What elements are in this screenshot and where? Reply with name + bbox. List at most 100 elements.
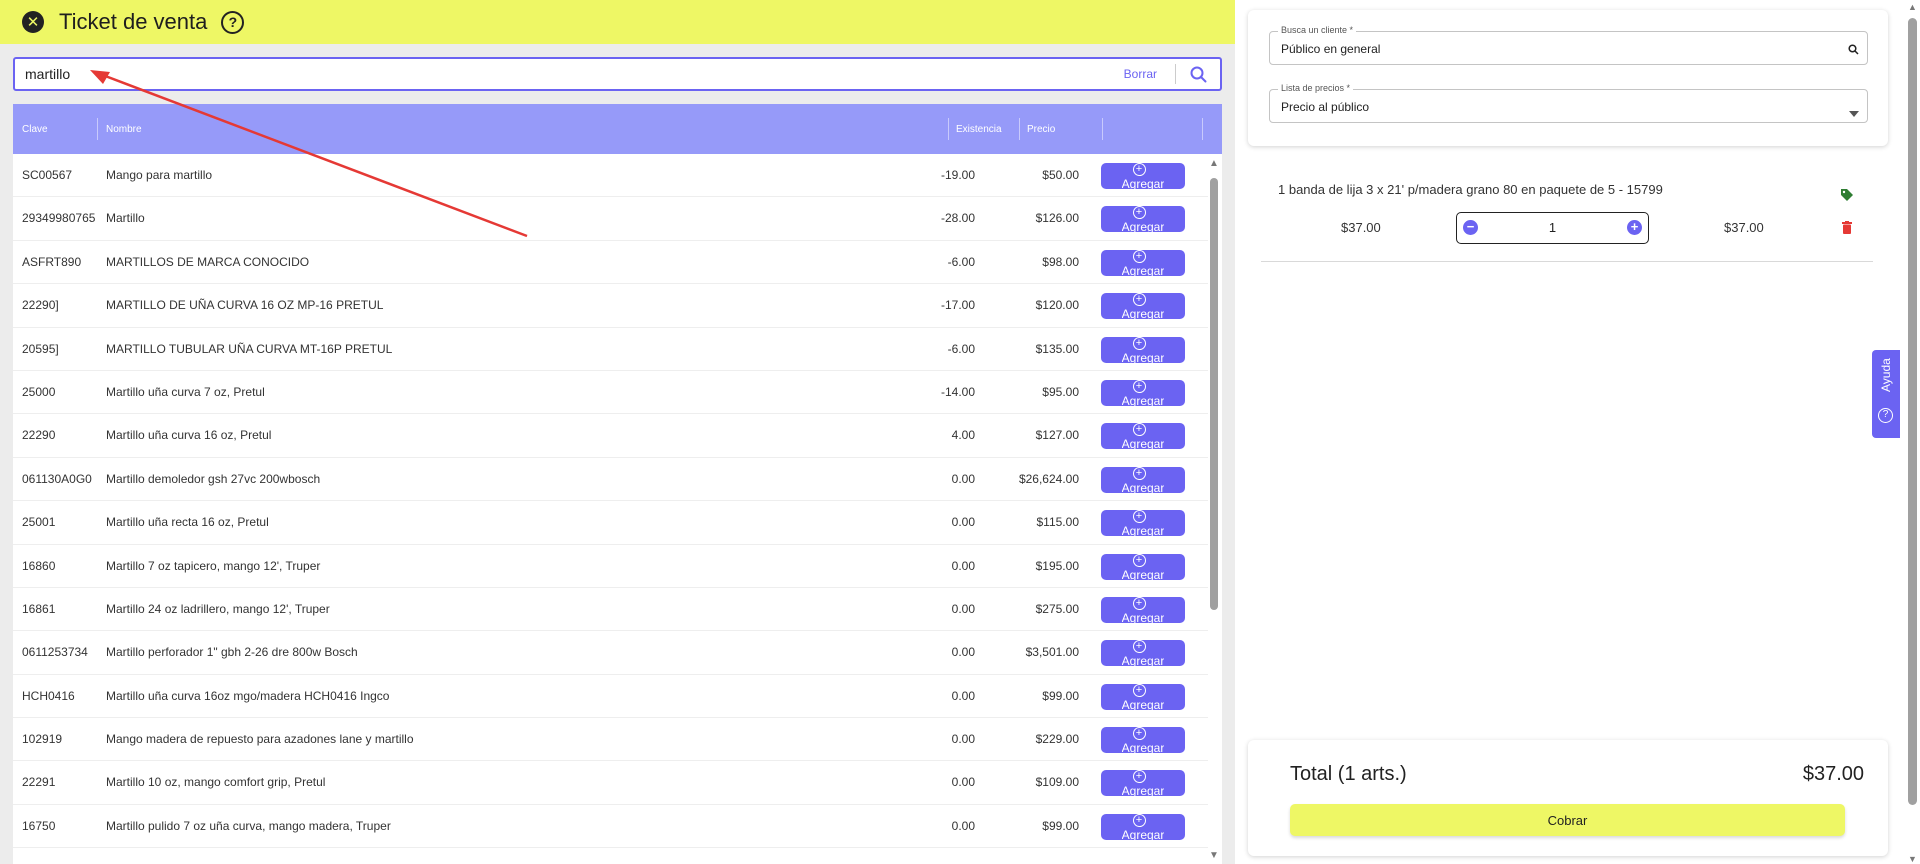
search-icon[interactable] <box>1848 42 1859 60</box>
row-nombre: Martillo 24 oz ladrillero, mango 12', Tr… <box>106 601 330 616</box>
column-header-precio[interactable]: Precio <box>1027 104 1055 154</box>
add-product-button[interactable]: + Agregar <box>1101 379 1185 408</box>
add-product-button[interactable]: + Agregar <box>1101 596 1185 625</box>
add-product-button[interactable]: + Agregar <box>1101 336 1185 365</box>
row-existencia: 0.00 <box>951 601 975 616</box>
row-precio: $99.00 <box>1042 688 1079 703</box>
table-header: Clave Nombre Existencia Precio <box>13 104 1222 154</box>
help-icon: ? <box>1878 408 1893 423</box>
row-clave: 25000 <box>22 384 56 399</box>
add-product-button[interactable]: + Agregar <box>1101 640 1185 668</box>
cart-item-unit-price: $37.00 <box>1341 220 1381 235</box>
add-product-button[interactable]: + Agregar <box>1101 466 1185 495</box>
page-title: Ticket de venta <box>59 9 208 34</box>
charge-button[interactable]: Cobrar <box>1290 804 1845 836</box>
row-existencia: -28.00 <box>940 211 975 226</box>
customer-field[interactable]: Busca un cliente * Público en general <box>1269 25 1868 65</box>
row-precio: $95.00 <box>1042 384 1079 399</box>
row-precio: $115.00 <box>1036 515 1080 530</box>
table-row: 0611253734 Martillo perforador 1" gbh 2-2… <box>13 631 1208 675</box>
row-existencia: 4.00 <box>951 428 975 443</box>
row-existencia: 0.00 <box>951 818 975 833</box>
scroll-up-arrow[interactable]: ▲ <box>1208 158 1220 170</box>
product-panel: ✕ Ticket de venta ? Borrar Clave Nombre … <box>0 0 1235 864</box>
add-product-button[interactable]: + Agregar <box>1101 683 1185 712</box>
add-product-button[interactable]: + Agregar <box>1101 727 1185 755</box>
row-existencia: -6.00 <box>947 254 975 269</box>
table-row: ASFRT890 MARTILLOS DE MARCA CONOCIDO -6.00… <box>13 241 1208 285</box>
add-product-button[interactable]: + Agregar <box>1101 206 1185 234</box>
row-existencia: 0.00 <box>951 732 975 747</box>
trash-icon[interactable] <box>1842 221 1852 239</box>
row-existencia: -14.00 <box>940 384 975 399</box>
table-row: 102919 Mango madera de repuesto para azad… <box>13 718 1208 762</box>
row-precio: $98.00 <box>1042 254 1079 269</box>
search-input[interactable] <box>15 59 1106 89</box>
help-icon[interactable]: ? <box>221 10 245 34</box>
quantity-value[interactable]: 1 <box>1457 213 1648 242</box>
add-product-button[interactable]: + Agregar <box>1101 249 1185 278</box>
add-product-button[interactable]: + Agregar <box>1101 813 1185 842</box>
close-icon[interactable]: ✕ <box>22 11 44 33</box>
add-product-button[interactable]: + Agregar <box>1101 423 1185 451</box>
table-row: 20595] MARTILLO TUBULAR UÑA CURVA MT-16P … <box>13 328 1208 371</box>
search-icon[interactable] <box>1176 66 1220 83</box>
row-clave: 16750 <box>22 818 56 833</box>
column-divider <box>1019 118 1020 140</box>
row-nombre: Martillo perforador 1" gbh 2-26 dre 800w… <box>106 645 358 660</box>
row-precio: $50.00 <box>1042 168 1079 182</box>
add-product-button[interactable]: + Agregar <box>1101 293 1185 321</box>
column-header-nombre[interactable]: Nombre <box>106 104 142 154</box>
table-row: 16750 Martillo pulido 7 oz uña curva, man… <box>13 805 1208 849</box>
row-precio: $127.00 <box>1035 428 1079 443</box>
add-product-button[interactable]: + Agregar <box>1101 553 1185 582</box>
row-clave: 20595] <box>22 341 59 356</box>
total-label: Total (1 arts.) <box>1290 763 1407 785</box>
help-tab[interactable]: Ayuda ? <box>1872 350 1900 438</box>
table-row: 25001 Martillo uña recta 16 oz, Pretul 0.0… <box>13 501 1208 545</box>
column-header-clave[interactable]: Clave <box>22 104 48 154</box>
clear-search-button[interactable]: Borrar <box>1106 67 1175 81</box>
row-existencia: 0.00 <box>951 775 975 790</box>
row-clave: ASFRT890 <box>22 254 82 269</box>
row-precio: $120.00 <box>1035 298 1079 313</box>
add-product-button[interactable]: + Agregar <box>1101 770 1185 798</box>
scroll-thumb[interactable] <box>1908 18 1917 805</box>
row-nombre: Martillo uña curva 16oz mgo/madera HCH04… <box>106 688 390 703</box>
add-product-button[interactable]: + Agregar <box>1101 163 1185 191</box>
add-button-label: Agregar <box>1121 827 1165 842</box>
help-tab-label: Ayuda <box>1879 358 1893 392</box>
row-clave: 22290] <box>22 298 59 313</box>
row-precio: $195.00 <box>1035 558 1079 573</box>
column-header-existencia[interactable]: Existencia <box>956 104 1002 154</box>
table-row: 16860 Martillo 7 oz tapicero, mango 12', … <box>13 545 1208 588</box>
row-existencia: 0.00 <box>951 645 975 660</box>
scroll-down-arrow[interactable]: ▼ <box>1208 850 1220 862</box>
price-list-select[interactable]: Lista de precios * Precio al público <box>1269 83 1868 123</box>
increase-quantity-button[interactable]: + <box>1627 220 1642 235</box>
row-nombre: MARTILLO DE UÑA CURVA 16 OZ MP-16 PRETUL <box>106 298 384 313</box>
scroll-down-arrow[interactable]: ▼ <box>1907 854 1918 864</box>
quantity-stepper: − 1 + <box>1456 212 1649 244</box>
row-clave: 29349980765 <box>22 211 96 226</box>
table-row: 22290] MARTILLO DE UÑA CURVA 16 OZ MP-16 … <box>13 284 1208 328</box>
row-nombre: Martillo 10 oz, mango comfort grip, Pret… <box>106 775 326 790</box>
search-bar: Borrar <box>13 57 1222 91</box>
row-existencia: -19.00 <box>940 168 975 182</box>
scroll-up-arrow[interactable]: ▲ <box>1907 2 1918 12</box>
row-clave: 22290 <box>22 428 56 443</box>
table-scrollbar[interactable]: ▲ ▼ <box>1208 154 1220 864</box>
chevron-down-icon[interactable] <box>1849 104 1859 122</box>
row-nombre: Mango madera de repuesto para azadones l… <box>106 732 414 747</box>
tag-icon[interactable] <box>1840 188 1854 207</box>
row-nombre: Martillo 7 oz tapicero, mango 12', Trupe… <box>106 558 321 573</box>
row-precio: $99.00 <box>1042 818 1079 833</box>
row-precio: $26,624.00 <box>1018 471 1079 486</box>
row-nombre: MARTILLOS DE MARCA CONOCIDO <box>106 254 310 269</box>
page-scrollbar[interactable]: ▲ ▼ <box>1905 0 1920 864</box>
row-nombre: Martillo pulido 7 oz uña curva, mango ma… <box>106 818 391 833</box>
add-product-button[interactable]: + Agregar <box>1101 510 1185 538</box>
row-clave: 16860 <box>22 558 56 573</box>
scroll-thumb[interactable] <box>1210 178 1218 610</box>
table-row: 22291 Martillo 10 oz, mango comfort grip,… <box>13 761 1208 805</box>
